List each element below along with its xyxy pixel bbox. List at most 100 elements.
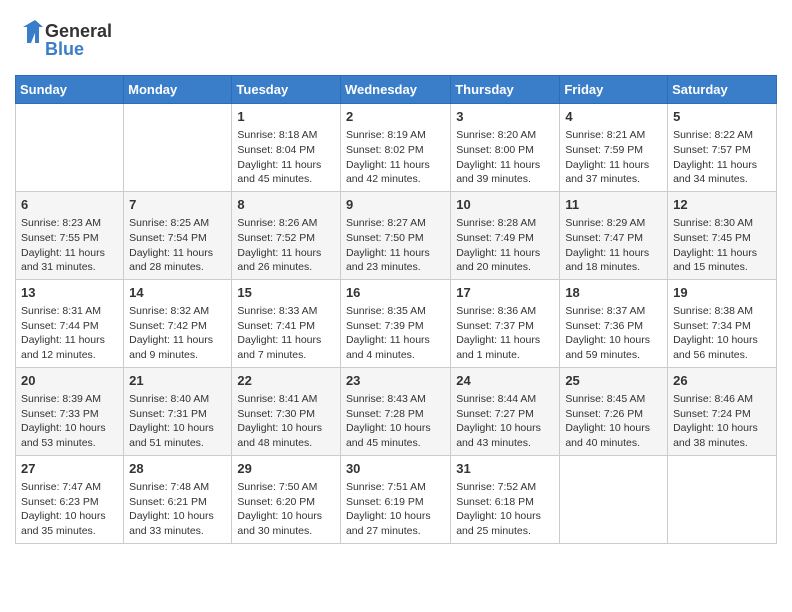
day-number: 14 [129,284,226,302]
day-number: 22 [237,372,335,390]
day-number: 19 [673,284,771,302]
cell-content: Sunrise: 8:45 AM Sunset: 7:26 PM Dayligh… [565,392,662,451]
cell-content: Sunrise: 8:44 AM Sunset: 7:27 PM Dayligh… [456,392,554,451]
calendar-header: SundayMondayTuesdayWednesdayThursdayFrid… [16,76,777,104]
header-day-friday: Friday [560,76,668,104]
calendar-cell: 31Sunrise: 7:52 AM Sunset: 6:18 PM Dayli… [451,455,560,543]
cell-content: Sunrise: 8:23 AM Sunset: 7:55 PM Dayligh… [21,216,118,275]
cell-content: Sunrise: 8:31 AM Sunset: 7:44 PM Dayligh… [21,304,118,363]
calendar-cell: 26 Sunrise: 8:46 AM Sunset: 7:24 PM Dayli… [668,367,777,455]
calendar-cell: 24 Sunrise: 8:44 AM Sunset: 7:27 PM Dayli… [451,367,560,455]
calendar-cell: 25 Sunrise: 8:45 AM Sunset: 7:26 PM Dayli… [560,367,668,455]
cell-content: Sunrise: 8:46 AM Sunset: 7:24 PM Dayligh… [673,392,771,451]
cell-content: Sunrise: 8:28 AM Sunset: 7:49 PM Dayligh… [456,216,554,275]
cell-content: Sunrise: 8:38 AM Sunset: 7:34 PM Dayligh… [673,304,771,363]
calendar-cell: 30 Sunrise: 7:51 AM Sunset: 6:19 PM Dayli… [340,455,450,543]
day-number: 28 [129,460,226,478]
cell-content: Sunrise: 8:39 AM Sunset: 7:33 PM Dayligh… [21,392,118,451]
day-number: 4 [565,108,662,126]
day-number: 25 [565,372,662,390]
calendar-cell: 3Sunrise: 8:20 AM Sunset: 8:00 PM Daylig… [451,104,560,192]
calendar-week-2: 6Sunrise: 8:23 AM Sunset: 7:55 PM Daylig… [16,191,777,279]
cell-content: Sunrise: 8:43 AM Sunset: 7:28 PM Dayligh… [346,392,445,451]
day-number: 27 [21,460,118,478]
day-number: 30 [346,460,445,478]
calendar-cell: 11Sunrise: 8:29 AM Sunset: 7:47 PM Dayli… [560,191,668,279]
calendar-cell: 17 Sunrise: 8:36 AM Sunset: 7:37 PM Dayli… [451,279,560,367]
cell-content: Sunrise: 8:30 AM Sunset: 7:45 PM Dayligh… [673,216,771,275]
logo: GeneralBlue [15,15,135,65]
calendar-week-1: 1 Sunrise: 8:18 AM Sunset: 8:04 PM Daylig… [16,104,777,192]
cell-content: Sunrise: 8:29 AM Sunset: 7:47 PM Dayligh… [565,216,662,275]
day-number: 15 [237,284,335,302]
cell-content: Sunrise: 8:36 AM Sunset: 7:37 PM Dayligh… [456,304,554,363]
cell-content: Sunrise: 8:27 AM Sunset: 7:50 PM Dayligh… [346,216,445,275]
cell-content: Sunrise: 8:33 AM Sunset: 7:41 PM Dayligh… [237,304,335,363]
svg-text:General: General [45,21,112,41]
cell-content: Sunrise: 8:21 AM Sunset: 7:59 PM Dayligh… [565,128,662,187]
calendar-cell: 29 Sunrise: 7:50 AM Sunset: 6:20 PM Dayli… [232,455,341,543]
calendar-cell: 12 Sunrise: 8:30 AM Sunset: 7:45 PM Dayli… [668,191,777,279]
calendar-cell: 19 Sunrise: 8:38 AM Sunset: 7:34 PM Dayli… [668,279,777,367]
calendar-cell: 23 Sunrise: 8:43 AM Sunset: 7:28 PM Dayli… [340,367,450,455]
day-number: 24 [456,372,554,390]
page-header: GeneralBlue [15,15,777,65]
day-number: 16 [346,284,445,302]
calendar-cell: 21 Sunrise: 8:40 AM Sunset: 7:31 PM Dayli… [124,367,232,455]
calendar-cell: 15 Sunrise: 8:33 AM Sunset: 7:41 PM Dayli… [232,279,341,367]
day-number: 31 [456,460,554,478]
calendar-cell: 9 Sunrise: 8:27 AM Sunset: 7:50 PM Daylig… [340,191,450,279]
header-day-saturday: Saturday [668,76,777,104]
cell-content: Sunrise: 7:50 AM Sunset: 6:20 PM Dayligh… [237,480,335,539]
day-number: 1 [237,108,335,126]
calendar-cell [668,455,777,543]
day-number: 17 [456,284,554,302]
day-number: 29 [237,460,335,478]
cell-content: Sunrise: 8:32 AM Sunset: 7:42 PM Dayligh… [129,304,226,363]
calendar-cell: 20 Sunrise: 8:39 AM Sunset: 7:33 PM Dayli… [16,367,124,455]
day-number: 18 [565,284,662,302]
day-number: 26 [673,372,771,390]
calendar-cell: 18 Sunrise: 8:37 AM Sunset: 7:36 PM Dayli… [560,279,668,367]
header-day-sunday: Sunday [16,76,124,104]
calendar-cell: 22 Sunrise: 8:41 AM Sunset: 7:30 PM Dayli… [232,367,341,455]
day-number: 2 [346,108,445,126]
calendar-cell: 2Sunrise: 8:19 AM Sunset: 8:02 PM Daylig… [340,104,450,192]
calendar-cell: 1 Sunrise: 8:18 AM Sunset: 8:04 PM Daylig… [232,104,341,192]
cell-content: Sunrise: 7:47 AM Sunset: 6:23 PM Dayligh… [21,480,118,539]
logo-svg: GeneralBlue [15,15,135,65]
cell-content: Sunrise: 8:18 AM Sunset: 8:04 PM Dayligh… [237,128,335,187]
cell-content: Sunrise: 8:37 AM Sunset: 7:36 PM Dayligh… [565,304,662,363]
calendar-week-3: 13Sunrise: 8:31 AM Sunset: 7:44 PM Dayli… [16,279,777,367]
svg-text:Blue: Blue [45,39,84,59]
cell-content: Sunrise: 8:25 AM Sunset: 7:54 PM Dayligh… [129,216,226,275]
calendar-cell: 5 Sunrise: 8:22 AM Sunset: 7:57 PM Daylig… [668,104,777,192]
cell-content: Sunrise: 7:51 AM Sunset: 6:19 PM Dayligh… [346,480,445,539]
cell-content: Sunrise: 8:40 AM Sunset: 7:31 PM Dayligh… [129,392,226,451]
cell-content: Sunrise: 8:22 AM Sunset: 7:57 PM Dayligh… [673,128,771,187]
calendar-body: 1 Sunrise: 8:18 AM Sunset: 8:04 PM Daylig… [16,104,777,544]
header-day-monday: Monday [124,76,232,104]
day-number: 5 [673,108,771,126]
calendar-cell: 8Sunrise: 8:26 AM Sunset: 7:52 PM Daylig… [232,191,341,279]
header-row: SundayMondayTuesdayWednesdayThursdayFrid… [16,76,777,104]
header-day-tuesday: Tuesday [232,76,341,104]
day-number: 9 [346,196,445,214]
day-number: 23 [346,372,445,390]
calendar-table: SundayMondayTuesdayWednesdayThursdayFrid… [15,75,777,544]
day-number: 12 [673,196,771,214]
calendar-cell [560,455,668,543]
calendar-cell: 28 Sunrise: 7:48 AM Sunset: 6:21 PM Dayli… [124,455,232,543]
day-number: 21 [129,372,226,390]
cell-content: Sunrise: 7:48 AM Sunset: 6:21 PM Dayligh… [129,480,226,539]
cell-content: Sunrise: 8:41 AM Sunset: 7:30 PM Dayligh… [237,392,335,451]
calendar-cell [124,104,232,192]
cell-content: Sunrise: 8:26 AM Sunset: 7:52 PM Dayligh… [237,216,335,275]
header-day-wednesday: Wednesday [340,76,450,104]
calendar-cell: 27 Sunrise: 7:47 AM Sunset: 6:23 PM Dayli… [16,455,124,543]
day-number: 7 [129,196,226,214]
calendar-week-5: 27 Sunrise: 7:47 AM Sunset: 6:23 PM Dayli… [16,455,777,543]
calendar-cell: 14 Sunrise: 8:32 AM Sunset: 7:42 PM Dayli… [124,279,232,367]
calendar-week-4: 20 Sunrise: 8:39 AM Sunset: 7:33 PM Dayli… [16,367,777,455]
day-number: 20 [21,372,118,390]
